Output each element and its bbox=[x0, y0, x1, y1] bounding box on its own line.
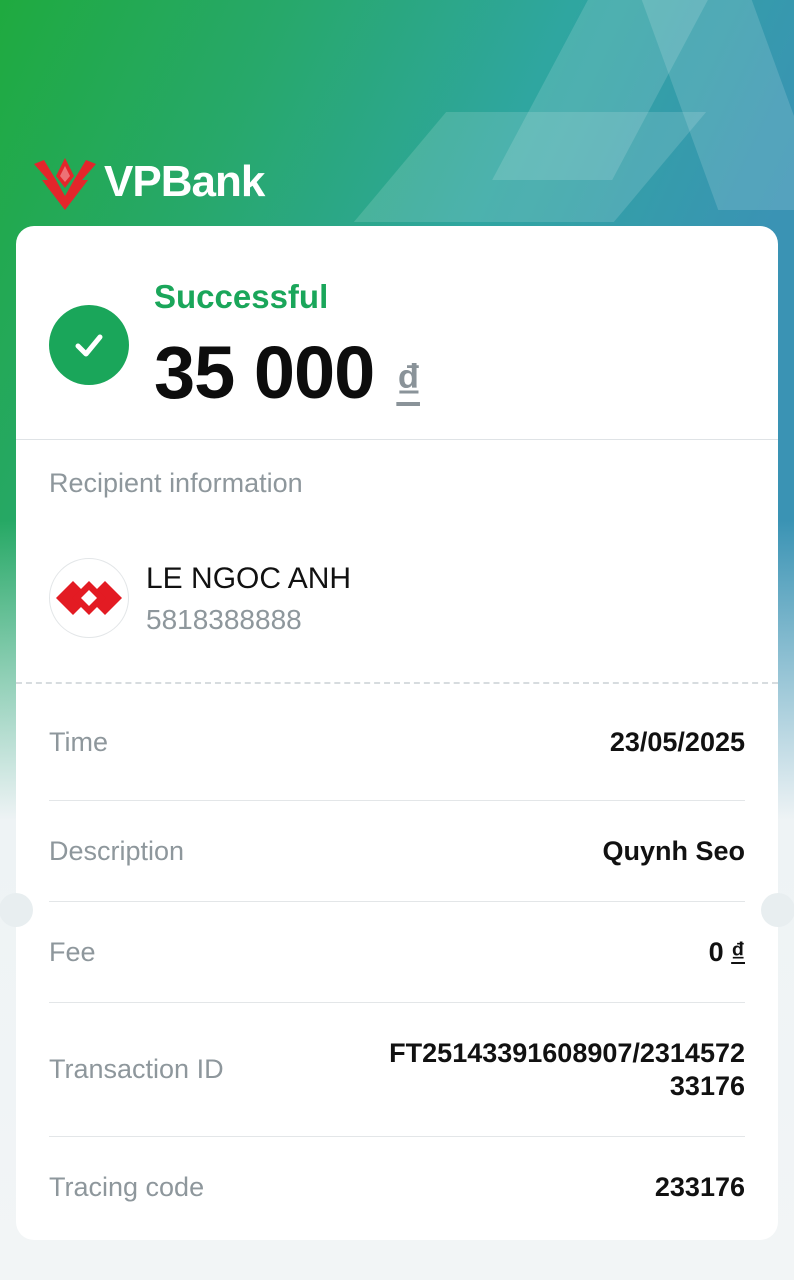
detail-label: Time bbox=[49, 726, 108, 757]
brand-name: VPBank bbox=[104, 157, 265, 206]
detail-value: 233176 bbox=[654, 1172, 745, 1202]
recipient-section-title: Recipient information bbox=[49, 468, 303, 498]
detail-value: 23/05/2025 bbox=[609, 726, 745, 757]
detail-row-tracing-code: Tracing code 233176 bbox=[49, 1137, 745, 1238]
fee-currency: ₫ bbox=[731, 936, 745, 967]
detail-label: Description bbox=[49, 835, 185, 866]
recipient-name: LE NGOC ANH bbox=[146, 562, 352, 595]
transaction-id-line1: FT25143391608907/2314572 bbox=[389, 1037, 745, 1068]
vpbank-logo-icon bbox=[34, 158, 96, 210]
currency-symbol: ₫ bbox=[396, 356, 421, 409]
detail-label: Tracing code bbox=[49, 1172, 205, 1202]
ticket-notch-right bbox=[761, 893, 794, 927]
detail-row-fee: Fee 0 ₫ bbox=[49, 902, 745, 1003]
detail-row-description: Description Quynh Seo bbox=[49, 801, 745, 902]
status-label: Successful bbox=[154, 278, 329, 315]
status-section: Successful 35 000 ₫ bbox=[16, 226, 778, 440]
detail-value: Quynh Seo bbox=[602, 835, 745, 866]
detail-value: FT25143391608907/2314572 33176 bbox=[389, 1037, 745, 1103]
transaction-id-line2: 33176 bbox=[669, 1070, 745, 1101]
transaction-receipt-card: Successful 35 000 ₫ Recipient informatio… bbox=[0, 226, 794, 1240]
recipient-account-number: 5818388888 bbox=[146, 604, 302, 635]
success-check-icon bbox=[49, 305, 129, 385]
amount-value: 35 000 bbox=[154, 331, 375, 414]
recipient-bank-logo-icon bbox=[49, 558, 129, 638]
fee-amount: 0 bbox=[708, 936, 724, 967]
detail-label: Transaction ID bbox=[49, 1054, 224, 1084]
detail-row-transaction-id: Transaction ID FT25143391608907/2314572 … bbox=[49, 1003, 745, 1137]
transfer-amount: 35 000 ₫ bbox=[154, 330, 421, 415]
ticket-notch-left bbox=[0, 893, 33, 927]
detail-value: 0 ₫ bbox=[709, 937, 745, 968]
detail-label: Fee bbox=[49, 936, 96, 967]
vpbank-logo: VPBank bbox=[34, 154, 265, 210]
transaction-details: Time 23/05/2025 Description Quynh Seo Fe… bbox=[49, 684, 745, 1238]
detail-row-time: Time 23/05/2025 bbox=[49, 684, 745, 801]
